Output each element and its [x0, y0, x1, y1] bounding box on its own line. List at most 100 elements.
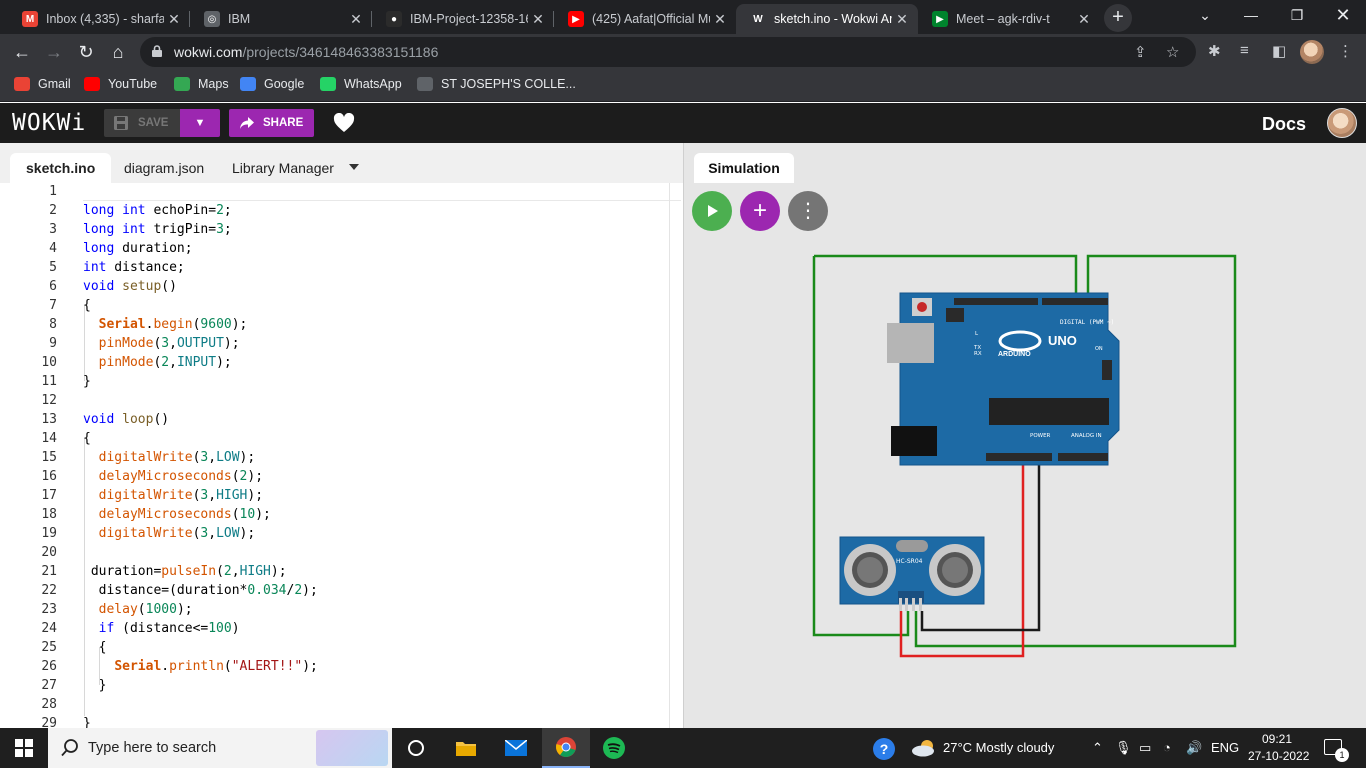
bookmark-item[interactable]: Maps	[174, 77, 229, 91]
weather-text[interactable]: 27°C Mostly cloudy	[943, 740, 1054, 755]
share-button[interactable]: SHARE	[229, 109, 314, 137]
bookmark-item[interactable]: YouTube	[84, 77, 157, 91]
code-line[interactable]: 19 digitalWrite(3,LOW);	[0, 524, 683, 543]
tab-sketch-ino[interactable]: sketch.ino	[10, 153, 112, 183]
language-indicator[interactable]: ENG	[1211, 740, 1239, 755]
more-menu-icon[interactable]: ⋮	[1338, 42, 1353, 60]
extensions-icon[interactable]: ✱	[1208, 42, 1221, 60]
save-button[interactable]: SAVE	[104, 109, 180, 137]
close-window-button[interactable]: ✕	[1320, 0, 1366, 30]
forward-icon[interactable]: →	[42, 40, 66, 64]
battery-icon[interactable]: ▭	[1139, 740, 1151, 756]
code-line[interactable]: 29}	[0, 714, 683, 728]
wifi-icon[interactable]: ◔	[1163, 740, 1171, 755]
code-area[interactable]: 1 2 long int echoPin=2; 3 long int trigPin=3…	[0, 183, 683, 728]
save-dropdown-button[interactable]: ▼	[180, 109, 220, 137]
code-line[interactable]: 1	[0, 183, 683, 201]
task-view-button[interactable]	[392, 728, 440, 768]
tab-search-icon[interactable]: ⌄	[1182, 0, 1228, 30]
code-line[interactable]: 3 long int trigPin=3;	[0, 220, 683, 239]
hc-sr04-sensor[interactable]: HC-SR04	[839, 536, 985, 611]
code-line[interactable]: 12	[0, 391, 683, 410]
help-icon[interactable]: ?	[873, 738, 895, 760]
code-line[interactable]: 4 long duration;	[0, 239, 683, 258]
close-tab-icon[interactable]: ✕	[1074, 11, 1094, 28]
clock-time[interactable]: 09:21	[1262, 732, 1292, 746]
restore-button[interactable]: ❐	[1274, 0, 1320, 30]
power-header	[986, 453, 1052, 461]
browser-tab[interactable]: ▶ (425) Aafat|Official Mu ✕	[554, 4, 736, 34]
mail-app-button[interactable]	[492, 728, 540, 768]
home-icon[interactable]: ⌂	[106, 40, 130, 64]
code-line[interactable]: 16 delayMicroseconds(2);	[0, 467, 683, 486]
browser-tab[interactable]: Wsketch.ino - Wokwi Ar ✕	[736, 4, 918, 34]
new-tab-button[interactable]: +	[1104, 4, 1132, 32]
share-page-icon[interactable]: ⇪	[1134, 43, 1147, 61]
close-tab-icon[interactable]: ✕	[892, 11, 912, 28]
code-line[interactable]: 7{	[0, 296, 683, 315]
bookmark-star-icon[interactable]: ☆	[1166, 43, 1179, 61]
chevron-up-icon[interactable]: ⌃	[1092, 740, 1103, 756]
taskbar-search-box[interactable]: Type here to search	[48, 728, 392, 768]
docs-link[interactable]: Docs	[1262, 114, 1306, 135]
arduino-uno-board[interactable]: DIGITAL (PWM ~) UNO ARDUINO TX RX L ON P…	[887, 292, 1120, 466]
file-explorer-button[interactable]	[442, 728, 490, 768]
editor-scrollbar[interactable]	[669, 183, 670, 728]
wokwi-logo[interactable]: WOKWi	[12, 110, 86, 136]
side-panel-icon[interactable]: ◧	[1272, 42, 1286, 60]
code-line[interactable]: 10 pinMode(2,INPUT);	[0, 353, 683, 372]
close-tab-icon[interactable]: ✕	[528, 11, 548, 28]
code-line[interactable]: 28	[0, 695, 683, 714]
code-line[interactable]: 2 long int echoPin=2;	[0, 201, 683, 220]
code-line[interactable]: 22 distance=(duration*0.034/2);	[0, 581, 683, 600]
microphone-icon[interactable]: 🎙	[1115, 740, 1132, 756]
tab-library-manager[interactable]: Library Manager	[216, 153, 350, 183]
code-line[interactable]: 14 {	[0, 429, 683, 448]
profile-avatar[interactable]	[1300, 40, 1324, 64]
code-line[interactable]: 20	[0, 543, 683, 562]
bookmark-item[interactable]: Gmail	[14, 77, 71, 91]
code-line[interactable]: 25 {	[0, 638, 683, 657]
browser-tab[interactable]: ◎ IBM ✕	[190, 4, 372, 34]
code-line[interactable]: 26 Serial.println("ALERT!!");	[0, 657, 683, 676]
code-line[interactable]: 23 delay(1000);	[0, 600, 683, 619]
code-line[interactable]: 13 void loop()	[0, 410, 683, 429]
circuit-diagram[interactable]: DIGITAL (PWM ~) UNO ARDUINO TX RX L ON P…	[684, 143, 1366, 728]
back-icon[interactable]: ←	[10, 40, 34, 64]
windows-start-button[interactable]	[0, 728, 48, 768]
lock-icon	[152, 45, 162, 57]
chrome-taskbar-button[interactable]	[542, 728, 590, 768]
code-line[interactable]: 11}	[0, 372, 683, 391]
bookmark-item[interactable]: ST JOSEPH'S COLLE...	[417, 77, 576, 91]
browser-tab[interactable]: M Inbox (4,335) - sharfar ✕	[8, 4, 190, 34]
media-control-icon[interactable]: ≡	[1240, 42, 1249, 59]
reload-icon[interactable]: ↻	[74, 40, 98, 64]
close-tab-icon[interactable]: ✕	[164, 11, 184, 28]
tab-menu-chevron-icon[interactable]	[349, 164, 359, 170]
code-line[interactable]: 17 digitalWrite(3,HIGH);	[0, 486, 683, 505]
code-line[interactable]: 5 int distance;	[0, 258, 683, 277]
bookmark-item[interactable]: Google	[240, 77, 304, 91]
avatar[interactable]	[1327, 108, 1357, 138]
minimize-button[interactable]: —	[1228, 0, 1274, 30]
code-line[interactable]: 27 }	[0, 676, 683, 695]
code-line[interactable]: 18 delayMicroseconds(10);	[0, 505, 683, 524]
clock-date[interactable]: 27-10-2022	[1248, 749, 1309, 763]
spotify-button[interactable]	[590, 728, 638, 768]
volume-icon[interactable]: 🔊	[1186, 740, 1202, 756]
browser-tab[interactable]: ● IBM-Project-12358-16 ✕	[372, 4, 554, 34]
bookmark-label: Gmail	[38, 77, 71, 91]
code-line[interactable]: 24 if (distance<=100)	[0, 619, 683, 638]
code-line[interactable]: 6 void setup()	[0, 277, 683, 296]
tab-diagram-json[interactable]: diagram.json	[108, 153, 220, 183]
bookmark-item[interactable]: WhatsApp	[320, 77, 402, 91]
code-line[interactable]: 8 Serial.begin(9600);	[0, 315, 683, 334]
close-tab-icon[interactable]: ✕	[346, 11, 366, 28]
code-line[interactable]: 15 digitalWrite(3,LOW);	[0, 448, 683, 467]
close-tab-icon[interactable]: ✕	[710, 11, 730, 28]
heart-icon[interactable]	[333, 113, 355, 133]
code-line[interactable]: 9 pinMode(3,OUTPUT);	[0, 334, 683, 353]
address-bar[interactable]: wokwi.com/projects/346148463383151186 ⇪ …	[140, 37, 1196, 67]
code-line[interactable]: 21 duration=pulseIn(2,HIGH);	[0, 562, 683, 581]
browser-tab[interactable]: ▶ Meet – agk-rdiv-t ✕	[918, 4, 1100, 34]
